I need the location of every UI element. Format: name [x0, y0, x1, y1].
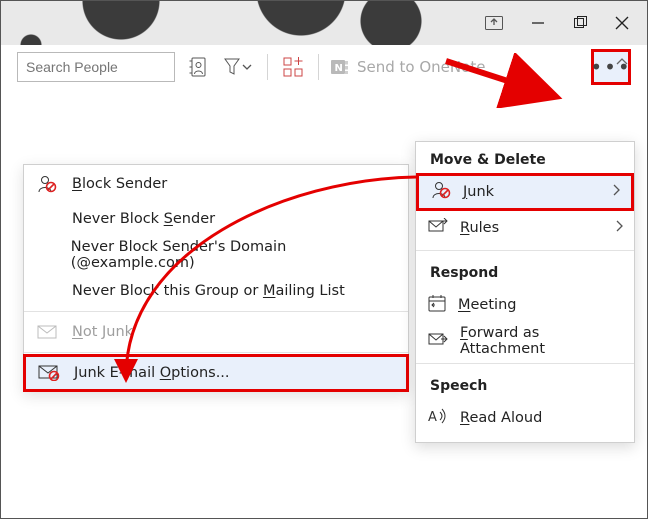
maximize-button[interactable]: [573, 16, 587, 30]
send-to-onenote-label: Send to OneNote: [357, 58, 485, 76]
menu-label: Junk: [463, 184, 494, 200]
junk-submenu: Block Sender Never Block Sender Never Bl…: [23, 164, 409, 392]
menu-read-aloud[interactable]: A Read Aloud: [416, 400, 634, 436]
menu-forward-attachment[interactable]: Forward as Attachment: [416, 323, 634, 359]
menu-label: Meeting: [458, 297, 516, 313]
menu-separator: [24, 311, 408, 312]
junk-icon: [431, 181, 451, 203]
menu-block-sender[interactable]: Block Sender: [24, 165, 408, 201]
section-respond: Respond: [416, 255, 634, 287]
mail-icon: [36, 325, 58, 339]
junk-options-icon: [38, 365, 60, 381]
menu-separator: [416, 250, 634, 251]
read-aloud-icon: A: [428, 408, 448, 428]
svg-text:N: N: [335, 63, 343, 74]
menu-never-block-domain[interactable]: Never Block Sender's Domain (@example.co…: [24, 237, 408, 273]
filter-icon[interactable]: [221, 52, 255, 82]
menu-not-junk: Not Junk: [24, 314, 408, 350]
menu-separator: [24, 352, 408, 353]
menu-label: Never Block Sender's Domain (@example.co…: [71, 239, 396, 271]
ribbon-collapse-icon[interactable]: [615, 55, 629, 71]
menu-separator: [416, 363, 634, 364]
close-button[interactable]: [615, 16, 629, 30]
chevron-right-icon: [613, 184, 621, 200]
menu-label: Not Junk: [72, 324, 133, 340]
menu-label: Never Block Sender: [72, 211, 215, 227]
search-people-input[interactable]: [17, 52, 175, 82]
send-to-onenote-button: N Send to OneNote: [331, 58, 485, 76]
menu-label: Never Block this Group or Mailing List: [72, 283, 345, 299]
menu-never-block-sender[interactable]: Never Block Sender: [24, 201, 408, 237]
chevron-right-icon: [616, 220, 624, 236]
calendar-icon: [428, 294, 446, 316]
overflow-menu: Move & Delete Junk Rules Respond Meeting…: [415, 141, 635, 443]
menu-label: Junk E-mail Options...: [74, 365, 230, 381]
rules-icon: [428, 218, 448, 238]
forward-attachment-icon: [428, 331, 448, 351]
address-book-icon[interactable]: [185, 52, 211, 82]
menu-junk-email-options[interactable]: Junk E-mail Options...: [23, 354, 409, 392]
apps-icon[interactable]: [280, 52, 306, 82]
menu-rules[interactable]: Rules: [416, 210, 634, 246]
menu-label: Forward as Attachment: [460, 325, 622, 357]
menu-junk[interactable]: Junk: [416, 173, 634, 211]
menu-never-block-group[interactable]: Never Block this Group or Mailing List: [24, 273, 408, 309]
menu-label: Read Aloud: [460, 410, 542, 426]
block-sender-icon: [36, 175, 58, 193]
window-titlebar: [1, 1, 647, 45]
onenote-icon: N: [331, 58, 349, 76]
svg-text:A: A: [428, 410, 437, 424]
menu-meeting[interactable]: Meeting: [416, 287, 634, 323]
minimize-button[interactable]: [531, 16, 545, 30]
section-speech: Speech: [416, 368, 634, 400]
ribbon-toolbar: N Send to OneNote •••: [1, 45, 647, 89]
section-move-delete: Move & Delete: [416, 142, 634, 174]
divider: [267, 54, 268, 80]
menu-label: Block Sender: [72, 176, 167, 192]
menu-label: Rules: [460, 220, 499, 236]
divider: [318, 54, 319, 80]
present-icon[interactable]: [485, 16, 503, 30]
